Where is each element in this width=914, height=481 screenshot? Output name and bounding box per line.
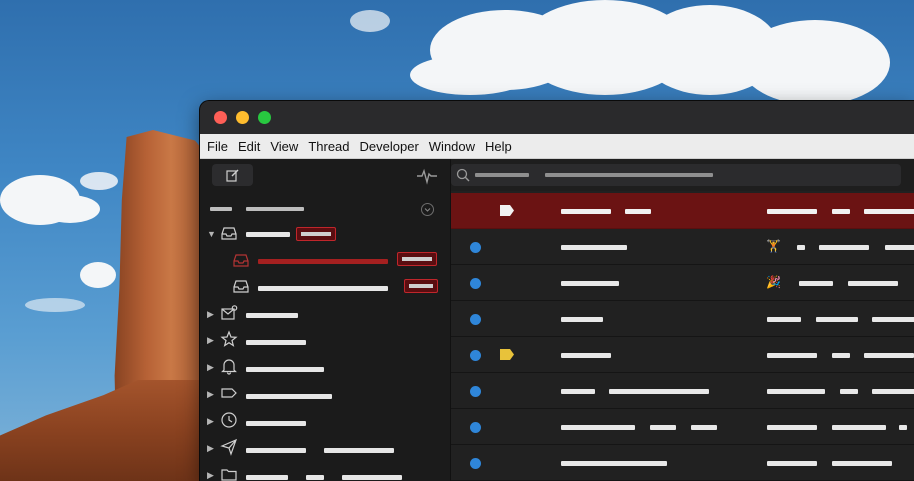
sidebar-item-reminders[interactable]: ▶: [200, 354, 451, 380]
disclosure-collapsed-icon[interactable]: ▶: [207, 389, 214, 400]
menu-window[interactable]: Window: [429, 139, 475, 154]
label-icon: [221, 388, 237, 398]
send-icon: [220, 438, 238, 456]
message-row[interactable]: [451, 337, 914, 373]
message-row[interactable]: 🎉: [451, 265, 914, 301]
search-toolbar: [451, 159, 914, 191]
cloud: [80, 172, 118, 190]
menu-bar: File Edit View Thread Developer Window H…: [200, 134, 914, 159]
bell-icon: [221, 359, 237, 375]
activity-icon[interactable]: [416, 167, 438, 185]
label-tag-icon: [500, 205, 514, 216]
message-row[interactable]: [451, 373, 914, 409]
unread-dot[interactable]: [470, 242, 481, 253]
account-header[interactable]: [210, 202, 440, 218]
unread-mail-icon: [221, 305, 238, 320]
compose-button[interactable]: [212, 164, 253, 186]
menu-file[interactable]: File: [207, 139, 228, 154]
disclosure-collapsed-icon[interactable]: ▶: [207, 416, 214, 427]
title-bar[interactable]: [200, 101, 914, 134]
disclosure-collapsed-icon[interactable]: ▶: [207, 443, 214, 454]
unread-dot[interactable]: [470, 422, 481, 433]
message-row[interactable]: [451, 301, 914, 337]
star-icon: [220, 330, 238, 347]
folder-icon: [221, 469, 237, 481]
disclosure-collapsed-icon[interactable]: ▶: [207, 470, 214, 481]
cloud: [80, 262, 116, 288]
rock-base: [0, 380, 230, 481]
sidebar-item-starred[interactable]: ▶: [200, 327, 451, 353]
inbox-icon: [233, 280, 249, 293]
unread-dot[interactable]: [470, 458, 481, 469]
search-input[interactable]: [451, 164, 901, 186]
menu-developer[interactable]: Developer: [360, 139, 419, 154]
unread-dot[interactable]: [470, 350, 481, 361]
chevron-down-icon[interactable]: [420, 202, 435, 217]
sidebar-item-inbox-sub-1[interactable]: [200, 248, 451, 274]
sidebar-item-labels[interactable]: ▶: [200, 381, 451, 407]
clock-icon: [221, 412, 237, 428]
sidebar-item-inbox[interactable]: ▼: [200, 221, 451, 247]
sidebar-item-unread[interactable]: ▶: [200, 301, 451, 327]
mail-app-window: File Edit View Thread Developer Window H…: [200, 101, 914, 481]
sidebar-item-snoozed[interactable]: ▶: [200, 408, 451, 434]
minimize-window-button[interactable]: [236, 111, 249, 124]
inbox-icon: [233, 254, 249, 267]
menu-help[interactable]: Help: [485, 139, 512, 154]
message-list-pane: 🏋 🎉: [451, 159, 914, 481]
sidebar-item-sent[interactable]: ▶: [200, 435, 451, 461]
unread-dot[interactable]: [470, 314, 481, 325]
search-icon: [456, 168, 470, 182]
cloud: [350, 10, 390, 32]
emoji-party-popper: 🎉: [766, 275, 781, 289]
sidebar-item-folder[interactable]: ▶: [200, 462, 451, 481]
inbox-icon: [221, 227, 237, 240]
message-row[interactable]: [451, 193, 914, 229]
label-tag-icon: [500, 349, 514, 360]
disclosure-collapsed-icon[interactable]: ▶: [207, 335, 214, 346]
unread-dot[interactable]: [470, 386, 481, 397]
unread-dot[interactable]: [470, 278, 481, 289]
sidebar-item-inbox-sub-2[interactable]: [200, 274, 451, 300]
menu-view[interactable]: View: [270, 139, 298, 154]
message-row[interactable]: 🏋: [451, 229, 914, 265]
cloud: [740, 20, 890, 105]
menu-thread[interactable]: Thread: [308, 139, 349, 154]
menu-edit[interactable]: Edit: [238, 139, 260, 154]
sidebar: ▼ ▶ ▶ ▶ ▶ ▶ ▶ ▶: [200, 159, 451, 481]
message-row[interactable]: [451, 409, 914, 445]
message-row[interactable]: [451, 445, 914, 481]
disclosure-collapsed-icon[interactable]: ▶: [207, 362, 214, 373]
disclosure-expanded-icon[interactable]: ▼: [207, 229, 216, 239]
compose-icon: [225, 169, 238, 182]
sidebar-toolbar: [200, 159, 450, 191]
cloud: [40, 195, 100, 223]
disclosure-collapsed-icon[interactable]: ▶: [207, 309, 214, 320]
emoji-weightlifter: 🏋: [766, 239, 781, 253]
message-list: 🏋 🎉: [451, 193, 914, 481]
cloud: [25, 298, 85, 312]
cloud: [410, 55, 530, 95]
maximize-window-button[interactable]: [258, 111, 271, 124]
close-window-button[interactable]: [214, 111, 227, 124]
